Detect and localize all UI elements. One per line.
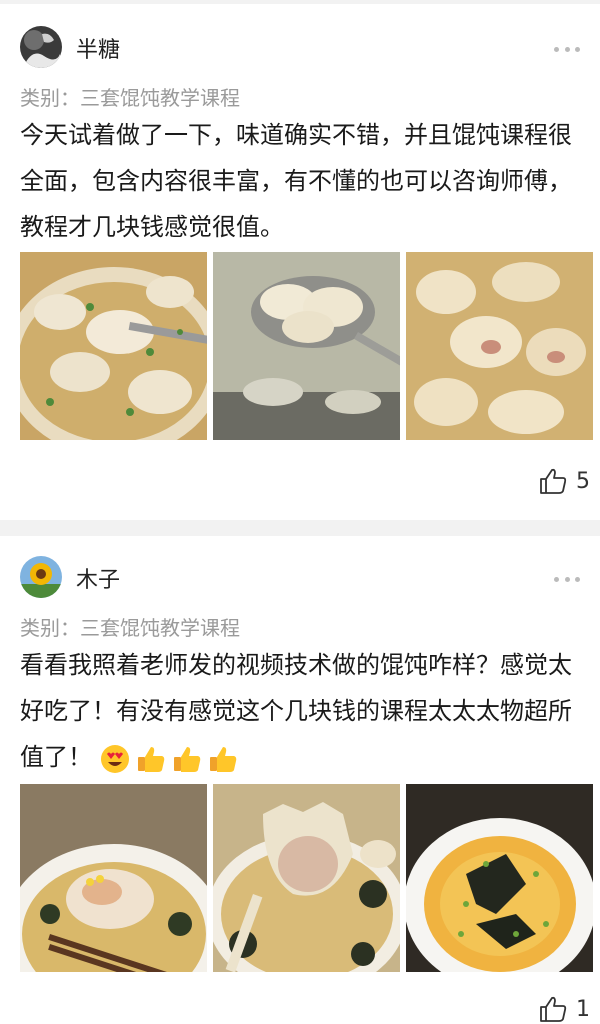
comment-text: 今天试着做了一下，味道确实不错，并且馄饨课程很全面，包含内容很丰富，有不懂的也可… [20,121,572,241]
more-options-icon[interactable] [554,44,580,54]
thumbs-up-emoji [136,743,166,773]
like-button[interactable]: 1 [538,994,590,1024]
username[interactable]: 半糖 [76,32,120,64]
like-count: 5 [576,468,590,494]
photo-grid [20,252,594,440]
avatar[interactable] [20,556,62,598]
thumbs-up-emoji [208,743,238,773]
card-separator [0,520,600,536]
wonton-soup-bowl-photo[interactable] [20,252,207,440]
category-label: 类别：三套馄饨教学课程 [20,86,240,110]
wonton-chopsticks-photo[interactable] [20,784,207,972]
comment-card: 半糖 类别：三套馄饨教学课程 今天试着做了一下，味道确实不错，并且馄饨课程很全面… [0,4,600,520]
avatar[interactable] [20,26,62,68]
heart-eyes-emoji [100,743,130,773]
thumbs-up-icon [540,996,567,1022]
comment-card: 木子 类别：三套馄饨教学课程 看看我照着老师发的视频技术做的馄饨咋样？感觉太好吃… [0,536,600,1024]
username[interactable]: 木子 [76,562,120,594]
seaweed-soup-photo[interactable] [406,784,593,972]
thumbs-up-emoji [172,743,202,773]
like-count: 1 [576,996,590,1022]
thumbs-up-icon [540,468,567,494]
like-button[interactable]: 5 [538,466,590,496]
wonton-spoon-photo[interactable] [213,784,400,972]
photo-grid [20,784,594,972]
more-options-icon[interactable] [554,574,580,584]
comment-text-block: 看看我照着老师发的视频技术做的馄饨咋样？感觉太好吃了！有没有感觉这个几块钱的课程… [20,642,588,780]
wontons-close-up-photo[interactable] [406,252,593,440]
wonton-ladle-photo[interactable] [213,252,400,440]
category-label: 类别：三套馄饨教学课程 [20,616,240,640]
